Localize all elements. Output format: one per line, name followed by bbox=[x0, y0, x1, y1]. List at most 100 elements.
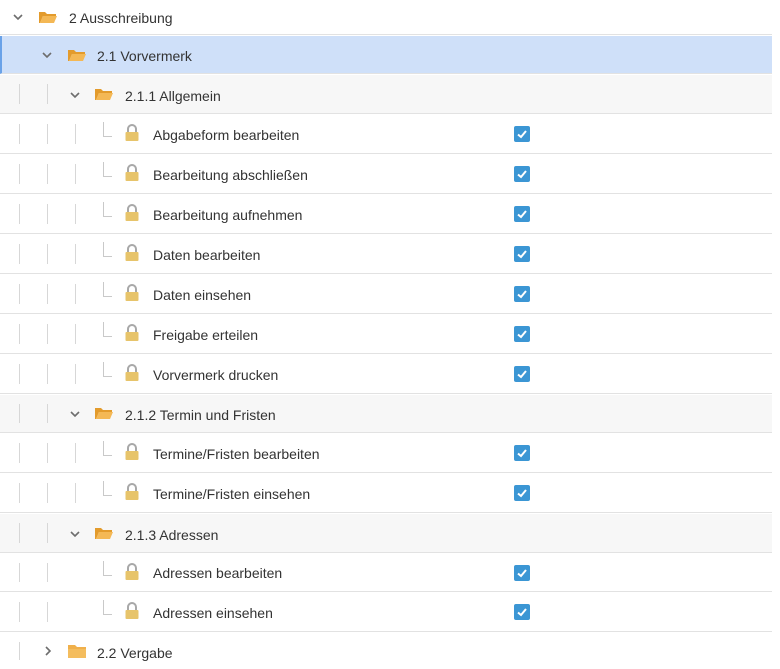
tree-elbow-line bbox=[103, 242, 112, 257]
folder-open-icon bbox=[95, 89, 113, 100]
tree-guide-line bbox=[75, 324, 76, 344]
permission-checkbox[interactable] bbox=[514, 445, 530, 461]
chevron-right-icon[interactable] bbox=[40, 643, 56, 659]
permission-row[interactable]: Bearbeitung abschließen bbox=[0, 155, 772, 194]
lock-icon bbox=[125, 164, 139, 181]
permission-label: Freigabe erteilen bbox=[153, 327, 259, 343]
permission-checkbox[interactable] bbox=[514, 206, 530, 222]
lock-icon bbox=[125, 563, 139, 580]
tree-guide-line bbox=[19, 204, 20, 224]
folder-open-icon bbox=[95, 408, 113, 419]
permission-row[interactable]: Daten bearbeiten bbox=[0, 235, 772, 274]
folder-open-icon bbox=[95, 528, 113, 539]
lock-icon bbox=[125, 483, 139, 500]
tree-node-termin-und-fristen[interactable]: 2.1.2 Termin und Fristen bbox=[0, 395, 772, 433]
tree-guide-line bbox=[19, 523, 20, 543]
permission-label: Bearbeitung abschließen bbox=[153, 167, 308, 183]
tree-node-adressen[interactable]: 2.1.3 Adressen bbox=[0, 514, 772, 553]
tree-node-vergabe[interactable]: 2.2 Vergabe bbox=[0, 633, 772, 669]
permission-checkbox[interactable] bbox=[514, 326, 530, 342]
lock-icon bbox=[125, 364, 139, 381]
permission-row[interactable]: Adressen einsehen bbox=[0, 593, 772, 632]
tree-guide-line bbox=[19, 642, 20, 660]
folder-open-icon bbox=[68, 50, 86, 61]
chevron-down-icon[interactable] bbox=[67, 87, 83, 103]
tree-guide-line bbox=[75, 204, 76, 224]
tree-elbow-line bbox=[103, 202, 112, 217]
tree-guide-line bbox=[19, 124, 20, 144]
tree-guide-line bbox=[47, 324, 48, 344]
permission-checkbox[interactable] bbox=[514, 565, 530, 581]
chevron-down-icon[interactable] bbox=[67, 526, 83, 542]
checkmark-icon bbox=[517, 250, 527, 259]
folder-closed-icon bbox=[68, 645, 86, 658]
permission-checkbox[interactable] bbox=[514, 246, 530, 262]
tree-guide-line bbox=[75, 164, 76, 184]
tree-guide-line bbox=[47, 84, 48, 104]
tree-node-vorvermerk[interactable]: 2.1 Vorvermerk bbox=[0, 36, 772, 74]
permission-checkbox[interactable] bbox=[514, 166, 530, 182]
tree-guide-line bbox=[47, 483, 48, 503]
lock-icon bbox=[125, 124, 139, 141]
folder-open-icon bbox=[39, 12, 57, 23]
tree-guide-line bbox=[19, 284, 20, 304]
checkmark-icon bbox=[517, 370, 527, 379]
permission-row[interactable]: Termine/Fristen bearbeiten bbox=[0, 434, 772, 473]
chevron-down-icon[interactable] bbox=[10, 9, 26, 25]
tree-node-label: 2.1.1 Allgemein bbox=[125, 88, 221, 104]
permission-checkbox[interactable] bbox=[514, 126, 530, 142]
chevron-down-icon[interactable] bbox=[67, 406, 83, 422]
tree-guide-line bbox=[47, 364, 48, 384]
permission-row[interactable]: Adressen bearbeiten bbox=[0, 554, 772, 592]
checkmark-icon bbox=[517, 210, 527, 219]
checkmark-icon bbox=[517, 449, 527, 458]
permission-label: Bearbeitung aufnehmen bbox=[153, 207, 303, 223]
lock-icon bbox=[125, 204, 139, 221]
tree-elbow-line bbox=[103, 322, 112, 337]
lock-icon bbox=[125, 324, 139, 341]
permission-row[interactable]: Daten einsehen bbox=[0, 275, 772, 314]
checkmark-icon bbox=[517, 569, 527, 578]
tree-node-label: 2.2 Vergabe bbox=[97, 645, 173, 661]
tree-elbow-line bbox=[103, 162, 112, 177]
permission-checkbox[interactable] bbox=[514, 366, 530, 382]
permission-row[interactable]: Abgabeform bearbeiten bbox=[0, 115, 772, 154]
tree-guide-line bbox=[19, 563, 20, 582]
tree-guide-line bbox=[19, 602, 20, 622]
permission-row[interactable]: Vorvermerk drucken bbox=[0, 355, 772, 394]
permission-row[interactable]: Termine/Fristen einsehen bbox=[0, 474, 772, 513]
tree-guide-line bbox=[75, 364, 76, 384]
tree-guide-line bbox=[47, 563, 48, 582]
lock-icon bbox=[125, 284, 139, 301]
tree-guide-line bbox=[47, 404, 48, 423]
tree-guide-line bbox=[47, 164, 48, 184]
permission-row[interactable]: Bearbeitung aufnehmen bbox=[0, 195, 772, 234]
checkmark-icon bbox=[517, 330, 527, 339]
lock-icon bbox=[125, 443, 139, 460]
chevron-down-icon[interactable] bbox=[39, 47, 55, 63]
permission-label: Abgabeform bearbeiten bbox=[153, 127, 300, 143]
checkmark-icon bbox=[517, 130, 527, 139]
tree-guide-line bbox=[19, 324, 20, 344]
tree-node-label: 2.1.3 Adressen bbox=[125, 527, 219, 543]
tree-elbow-line bbox=[103, 122, 112, 137]
tree-guide-line bbox=[75, 483, 76, 503]
permission-checkbox[interactable] bbox=[514, 485, 530, 501]
permission-row[interactable]: Freigabe erteilen bbox=[0, 315, 772, 354]
lock-icon bbox=[125, 602, 139, 619]
tree-node-label: 2.1 Vorvermerk bbox=[97, 48, 192, 64]
permission-checkbox[interactable] bbox=[514, 604, 530, 620]
permission-label: Termine/Fristen bearbeiten bbox=[153, 446, 320, 462]
tree-guide-line bbox=[19, 483, 20, 503]
permission-label: Adressen einsehen bbox=[153, 605, 273, 621]
tree-elbow-line bbox=[103, 600, 112, 615]
tree-guide-line bbox=[19, 164, 20, 184]
permission-label: Vorvermerk drucken bbox=[153, 367, 279, 383]
tree-node-allgemein[interactable]: 2.1.1 Allgemein bbox=[0, 75, 772, 114]
tree-guide-line bbox=[75, 284, 76, 304]
tree-guide-line bbox=[47, 204, 48, 224]
permission-checkbox[interactable] bbox=[514, 286, 530, 302]
tree-guide-line bbox=[75, 124, 76, 144]
tree-node-label: 2.1.2 Termin und Fristen bbox=[125, 407, 276, 423]
tree-node-ausschreibung[interactable]: 2 Ausschreibung bbox=[0, 0, 772, 35]
